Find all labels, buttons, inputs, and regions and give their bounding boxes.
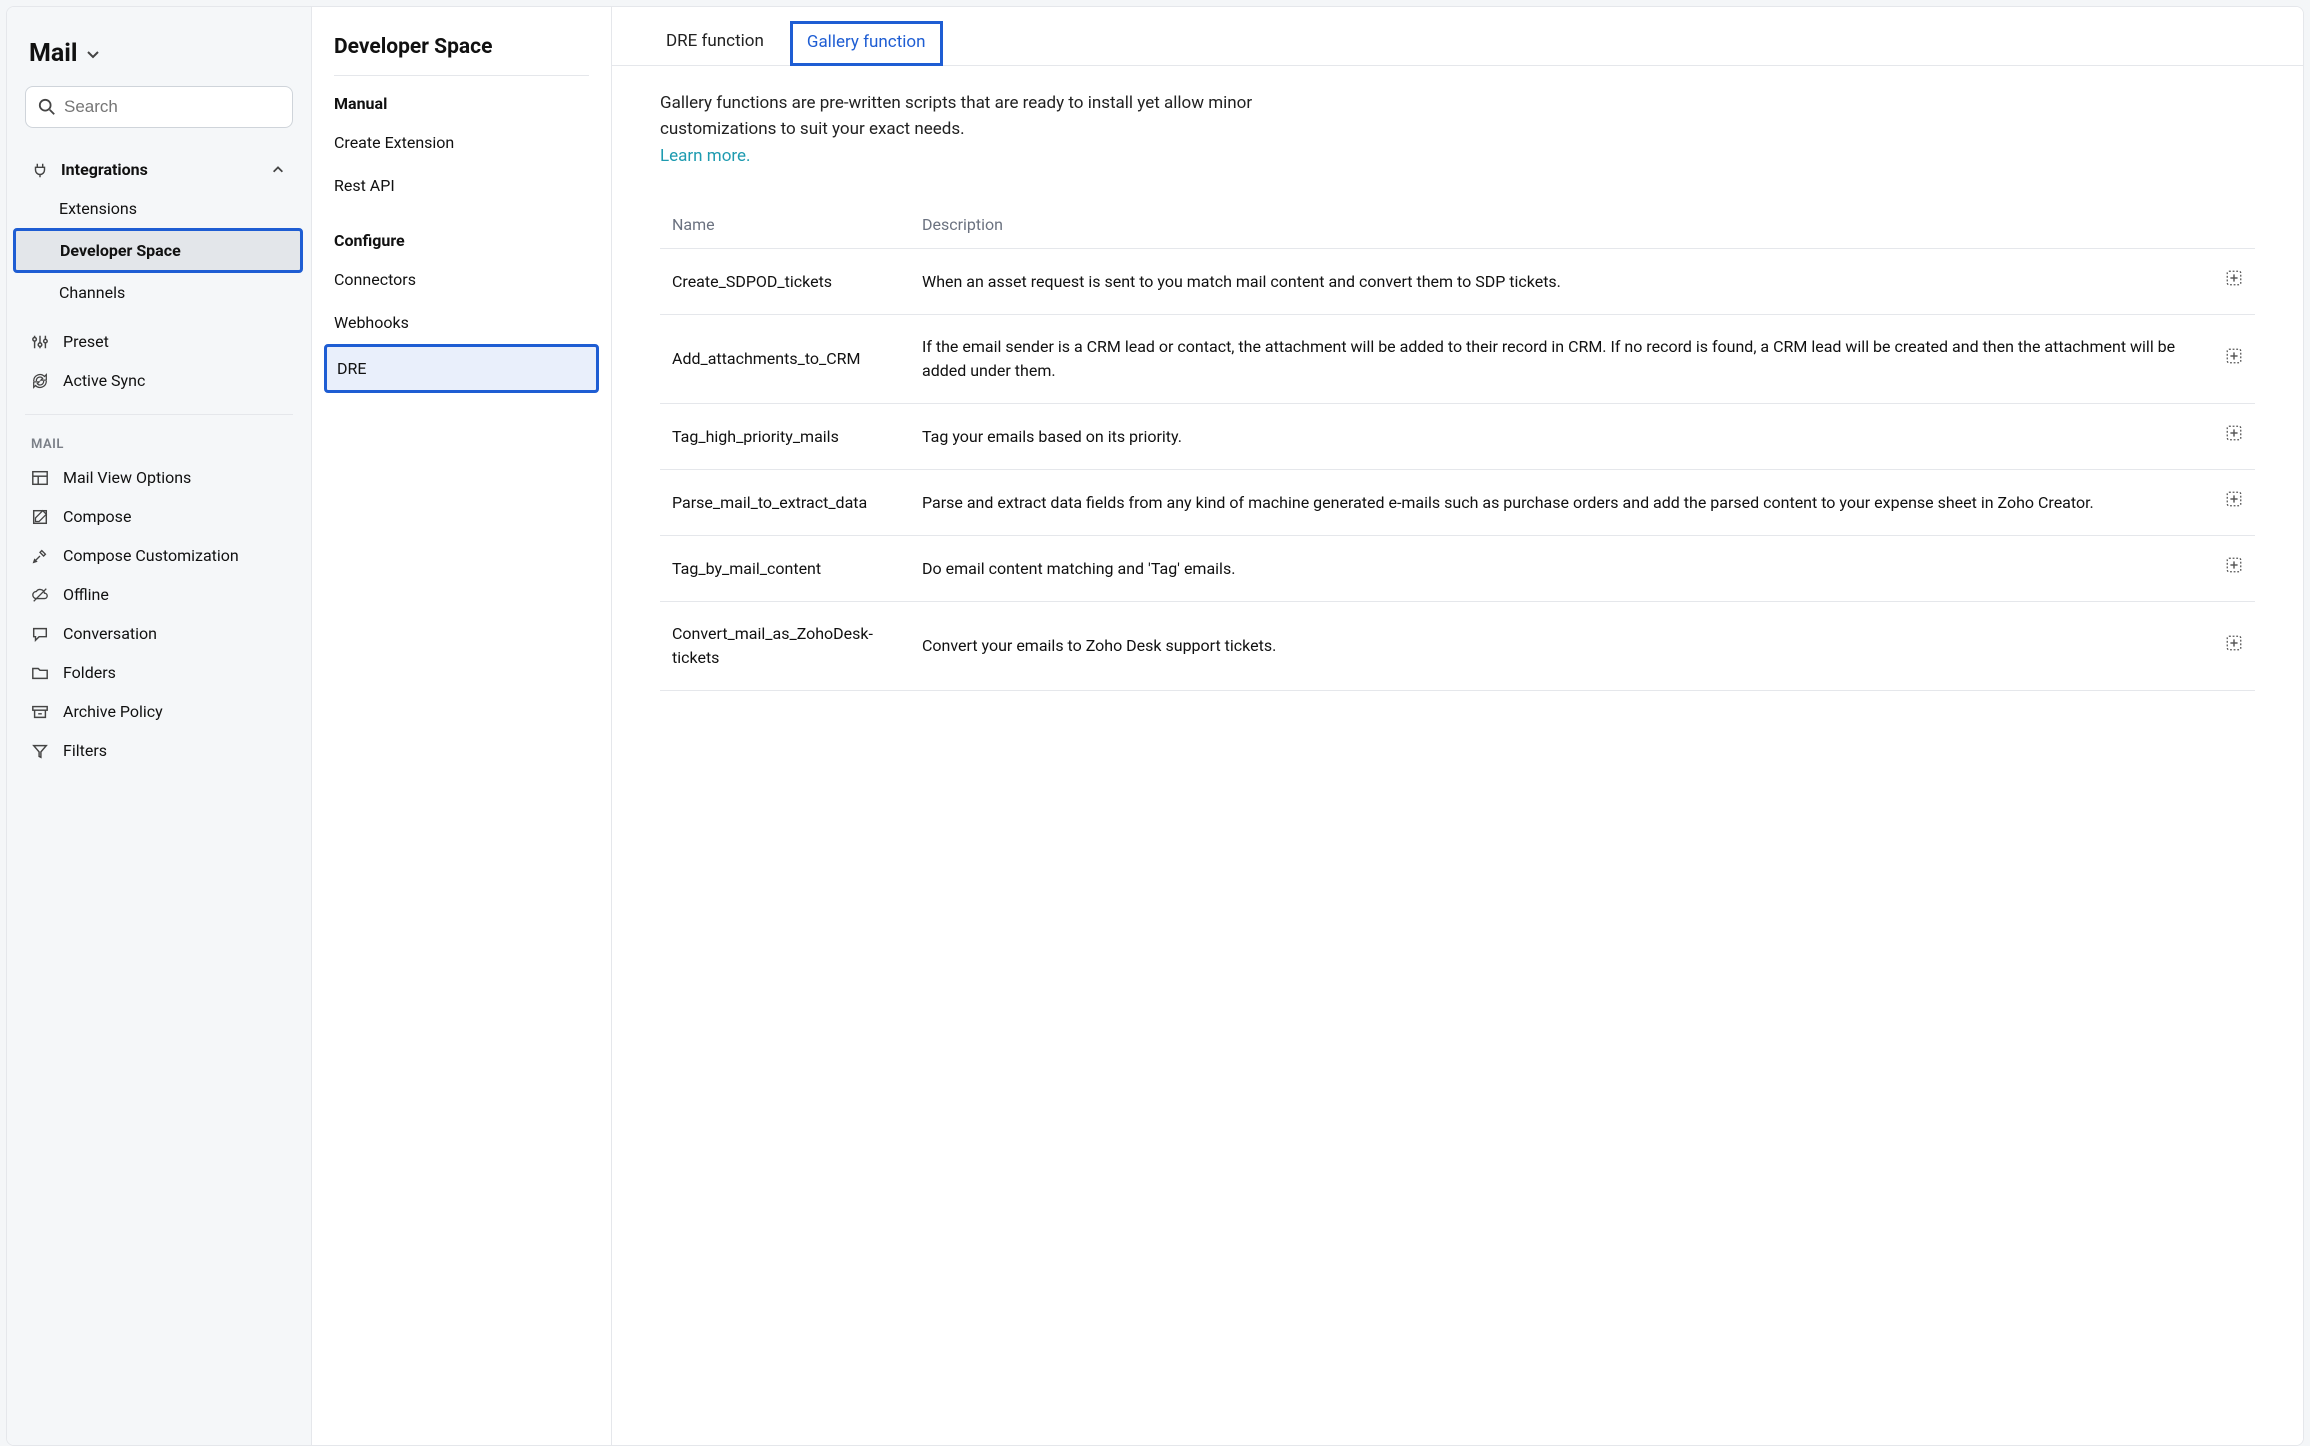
mid-item-dre[interactable]: DRE xyxy=(324,344,599,393)
add-function-icon[interactable] xyxy=(2225,634,2243,652)
sidebar-item-folders[interactable]: Folders xyxy=(25,653,293,692)
sidebar-item-conversation[interactable]: Conversation xyxy=(25,614,293,653)
sidebar-item-label: Filters xyxy=(63,741,107,760)
compose-icon xyxy=(31,508,49,526)
tab-bar: DRE function Gallery function xyxy=(612,7,2303,66)
sidebar-item-preset[interactable]: Preset xyxy=(25,322,293,361)
sidebar: Mail Integrations Extensions xyxy=(7,7,312,1445)
mid-item-rest-api[interactable]: Rest API xyxy=(324,164,599,207)
sidebar-integrations-children: Extensions Developer Space Channels xyxy=(25,189,293,312)
col-description: Description xyxy=(910,201,2211,249)
sidebar-item-active-sync[interactable]: Active Sync xyxy=(25,361,293,400)
col-name: Name xyxy=(660,201,910,249)
function-description: Tag your emails based on its priority. xyxy=(910,404,2211,470)
mid-section-manual: Manual xyxy=(334,94,589,113)
sidebar-item-label: Folders xyxy=(63,663,116,682)
sidebar-item-offline[interactable]: Offline xyxy=(25,575,293,614)
gallery-table-wrap: Name Description Create_SDPOD_ticketsWhe… xyxy=(612,181,2303,1445)
mid-panel: Developer Space Manual Create Extension … xyxy=(312,7,612,1445)
app-root: Mail Integrations Extensions xyxy=(6,6,2304,1446)
sidebar-item-mail-view-options[interactable]: Mail View Options xyxy=(25,458,293,497)
table-row: Convert_mail_as_ZohoDesk-ticketsConvert … xyxy=(660,602,2255,691)
main-panel: DRE function Gallery function Gallery fu… xyxy=(612,7,2303,1445)
table-row: Tag_high_priority_mailsTag your emails b… xyxy=(660,404,2255,470)
sidebar-item-label: Archive Policy xyxy=(63,702,163,721)
search-input-wrap[interactable] xyxy=(25,86,293,128)
sidebar-item-label: Compose xyxy=(63,507,131,526)
sidebar-title[interactable]: Mail xyxy=(29,39,102,68)
learn-more-link[interactable]: Learn more. xyxy=(660,146,751,166)
cloud-off-icon xyxy=(31,586,49,604)
sidebar-item-label: Conversation xyxy=(63,624,157,643)
archive-icon xyxy=(31,703,49,721)
sidebar-item-developer-space[interactable]: Developer Space xyxy=(13,228,303,273)
tab-dre-function[interactable]: DRE function xyxy=(652,21,778,65)
sidebar-item-label: Mail View Options xyxy=(63,468,191,487)
function-name: Parse_mail_to_extract_data xyxy=(660,470,910,536)
function-name: Tag_high_priority_mails xyxy=(660,404,910,470)
col-action xyxy=(2211,201,2255,249)
plug-icon xyxy=(31,161,49,179)
table-row: Add_attachments_to_CRMIf the email sende… xyxy=(660,315,2255,404)
search-input[interactable] xyxy=(64,97,280,117)
tab-gallery-function[interactable]: Gallery function xyxy=(790,21,943,66)
table-row: Parse_mail_to_extract_dataParse and extr… xyxy=(660,470,2255,536)
function-description: When an asset request is sent to you mat… xyxy=(910,249,2211,315)
sidebar-item-extensions[interactable]: Extensions xyxy=(25,189,293,228)
folder-icon xyxy=(31,664,49,682)
add-function-icon[interactable] xyxy=(2225,490,2243,508)
mid-item-webhooks[interactable]: Webhooks xyxy=(324,301,599,344)
add-function-icon[interactable] xyxy=(2225,424,2243,442)
filter-icon xyxy=(31,742,49,760)
add-function-icon[interactable] xyxy=(2225,556,2243,574)
add-function-icon[interactable] xyxy=(2225,269,2243,287)
sidebar-item-label: Preset xyxy=(63,332,109,351)
function-name: Tag_by_mail_content xyxy=(660,536,910,602)
tools-icon xyxy=(31,547,49,565)
function-name: Create_SDPOD_tickets xyxy=(660,249,910,315)
table-row: Tag_by_mail_contentDo email content matc… xyxy=(660,536,2255,602)
gallery-table: Name Description Create_SDPOD_ticketsWhe… xyxy=(660,201,2255,691)
sidebar-integrations-label: Integrations xyxy=(61,160,148,179)
intro-text: Gallery functions are pre-written script… xyxy=(660,93,1252,139)
sidebar-integrations-header[interactable]: Integrations xyxy=(25,154,293,185)
function-description: Do email content matching and 'Tag' emai… xyxy=(910,536,2211,602)
sidebar-item-compose-customization[interactable]: Compose Customization xyxy=(25,536,293,575)
sidebar-item-channels[interactable]: Channels xyxy=(25,273,293,312)
function-description: If the email sender is a CRM lead or con… xyxy=(910,315,2211,404)
mid-section-configure: Configure xyxy=(334,231,589,250)
function-description: Convert your emails to Zoho Desk support… xyxy=(910,602,2211,691)
mid-item-connectors[interactable]: Connectors xyxy=(324,258,599,301)
sidebar-item-filters[interactable]: Filters xyxy=(25,731,293,770)
sliders-icon xyxy=(31,333,49,351)
layout-icon xyxy=(31,469,49,487)
sidebar-item-label: Offline xyxy=(63,585,109,604)
add-function-icon[interactable] xyxy=(2225,347,2243,365)
sidebar-item-label: Active Sync xyxy=(63,371,145,390)
function-name: Convert_mail_as_ZohoDesk-tickets xyxy=(660,602,910,691)
sidebar-item-label: Compose Customization xyxy=(63,546,239,565)
intro-block: Gallery functions are pre-written script… xyxy=(612,66,1372,181)
sidebar-title-label: Mail xyxy=(29,39,78,68)
sidebar-divider xyxy=(25,414,293,415)
chat-icon xyxy=(31,625,49,643)
sidebar-section-mail: MAIL xyxy=(25,429,293,458)
function-description: Parse and extract data fields from any k… xyxy=(910,470,2211,536)
sidebar-item-archive-policy[interactable]: Archive Policy xyxy=(25,692,293,731)
sync-icon xyxy=(31,372,49,390)
search-icon xyxy=(38,98,56,116)
sidebar-item-compose[interactable]: Compose xyxy=(25,497,293,536)
chevron-up-icon xyxy=(269,161,287,179)
chevron-down-icon xyxy=(84,45,102,63)
table-row: Create_SDPOD_ticketsWhen an asset reques… xyxy=(660,249,2255,315)
mid-title: Developer Space xyxy=(334,35,589,76)
mid-item-create-extension[interactable]: Create Extension xyxy=(324,121,599,164)
function-name: Add_attachments_to_CRM xyxy=(660,315,910,404)
